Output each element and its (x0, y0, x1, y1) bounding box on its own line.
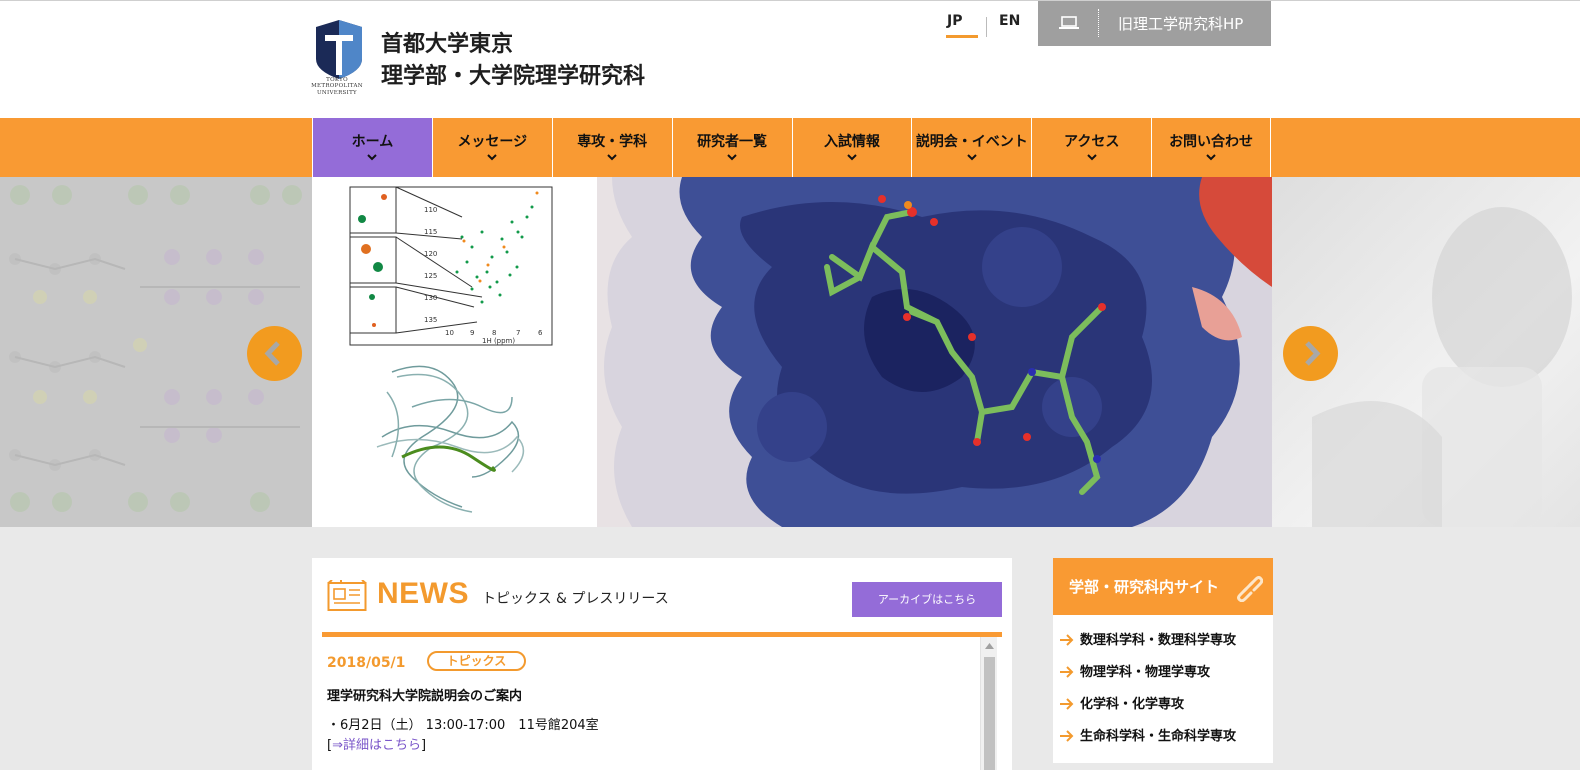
lang-en-link[interactable]: EN (999, 13, 1020, 29)
nmr-tick-y: 115 (424, 228, 437, 236)
lang-divider (986, 17, 987, 37)
arrow-right-icon (1060, 666, 1074, 678)
nmr-tick-y: 120 (424, 250, 437, 258)
nav-item-home[interactable]: ホーム (312, 118, 432, 177)
main-nav: ホーム メッセージ 専攻・学科 研究者一覧 入試情報 説明会・イベント アクセス (0, 118, 1580, 177)
scroll-up-arrow-icon[interactable] (985, 643, 994, 649)
chevron-right-icon (1305, 341, 1321, 366)
nmr-tick-x: 8 (492, 329, 496, 337)
nmr-tick-x: 9 (470, 329, 474, 337)
site-title[interactable]: 首都大学東京 理学部・大学院理学研究科 (381, 29, 645, 93)
internal-sites-heading: 学部・研究科内サイト (1053, 558, 1273, 615)
arrow-right-icon (1060, 698, 1074, 710)
site-title-line2: 理学部・大学院理学研究科 (381, 64, 646, 89)
chevron-down-icon (1206, 154, 1216, 161)
laptop-icon (1059, 16, 1079, 29)
nav-item-admissions[interactable]: 入試情報 (791, 118, 912, 177)
chevron-down-icon (487, 154, 498, 161)
nmr-tick-x: 6 (538, 329, 543, 337)
news-detail-link-wrapper: [⇒詳細はこちら] (327, 738, 427, 753)
internal-sites-panel: 学部・研究科内サイト 数理科学科・数理科学専攻 物理学科・物理学専攻 化学科・化… (1053, 558, 1273, 763)
category-badge: トピックス (427, 651, 526, 671)
nav-item-message[interactable]: メッセージ (431, 118, 552, 177)
nmr-axis-label: 1H (ppm) (482, 337, 515, 345)
lang-jp-link[interactable]: JP (947, 13, 962, 29)
chevron-down-icon (607, 154, 617, 161)
site-link-chemistry[interactable]: 化学科・化学専攻 (1060, 693, 1184, 712)
news-date: 2018/05/1 (327, 655, 406, 671)
news-body: ・6月2日（土） 13:00-17:00 11号館204室 (327, 718, 599, 733)
nmr-tick-x: 10 (445, 329, 454, 337)
nav-item-departments[interactable]: 専攻・学科 (551, 118, 672, 177)
archive-button[interactable]: アーカイブはこちら (852, 582, 1002, 617)
nmr-tick-y: 135 (424, 316, 437, 324)
nmr-tick-x: 7 (516, 329, 520, 337)
chevron-down-icon (1086, 154, 1097, 161)
chevron-down-icon (967, 154, 977, 161)
molecular-surface-figure (597, 177, 1272, 527)
site-title-line1: 首都大学東京 (381, 32, 514, 57)
old-site-button[interactable]: 旧理工学研究科HP (1038, 1, 1271, 46)
carousel-next-button[interactable] (1283, 326, 1338, 381)
arrow-right-icon (1060, 634, 1074, 646)
news-panel: NEWS トピックス & プレスリリース アーカイブはこちら 2018/05/1… (312, 558, 1012, 770)
nmr-tick-y: 110 (424, 206, 437, 214)
chevron-left-icon (264, 341, 280, 366)
chevron-down-icon (847, 154, 857, 161)
nav-item-researchers[interactable]: 研究者一覧 (671, 118, 792, 177)
logo-caption: TOKYO METROPOLITAN UNIVERSITY (311, 77, 363, 96)
nav-item-contact[interactable]: お問い合わせ (1151, 118, 1271, 177)
nmr-tick-y: 125 (424, 272, 437, 280)
site-header: TOKYO METROPOLITAN UNIVERSITY 首都大学東京 理学部… (0, 1, 1580, 118)
news-headline: 理学研究科大学院説明会のご案内 (327, 689, 523, 704)
lang-active-underline (946, 35, 978, 38)
nav-item-access[interactable]: アクセス (1031, 118, 1151, 177)
nmr-tick-y: 130 (424, 294, 437, 302)
news-detail-link[interactable]: ⇒詳細はこちら (332, 738, 421, 753)
site-link-math[interactable]: 数理科学科・数理科学専攻 (1060, 629, 1236, 648)
scrollbar-thumb[interactable] (984, 657, 995, 770)
site-link-physics[interactable]: 物理学科・物理学専攻 (1060, 661, 1210, 680)
hero-carousel: 110 115 120 125 130 135 10 9 8 7 6 1H (p… (0, 177, 1580, 527)
chevron-down-icon (367, 154, 378, 161)
news-scrollbar[interactable] (980, 637, 997, 770)
site-link-biology[interactable]: 生命科学科・生命科学専攻 (1060, 725, 1236, 744)
news-list[interactable]: 2018/05/1 トピックス 理学研究科大学院説明会のご案内 ・6月2日（土）… (312, 637, 1012, 770)
chain-link-icon (1237, 576, 1263, 602)
news-heading: NEWS (377, 577, 469, 610)
old-site-label: 旧理工学研究科HP (1118, 15, 1244, 33)
arrow-right-icon (1060, 730, 1074, 742)
newspaper-icon (327, 580, 367, 611)
chevron-down-icon (727, 154, 737, 161)
news-subheading: トピックス & プレスリリース (482, 591, 669, 607)
carousel-prev-button[interactable] (247, 326, 302, 381)
nav-item-events[interactable]: 説明会・イベント (911, 118, 1031, 177)
old-site-divider (1098, 9, 1099, 37)
carousel-current-slide: 110 115 120 125 130 135 10 9 8 7 6 1H (p… (312, 177, 1272, 527)
